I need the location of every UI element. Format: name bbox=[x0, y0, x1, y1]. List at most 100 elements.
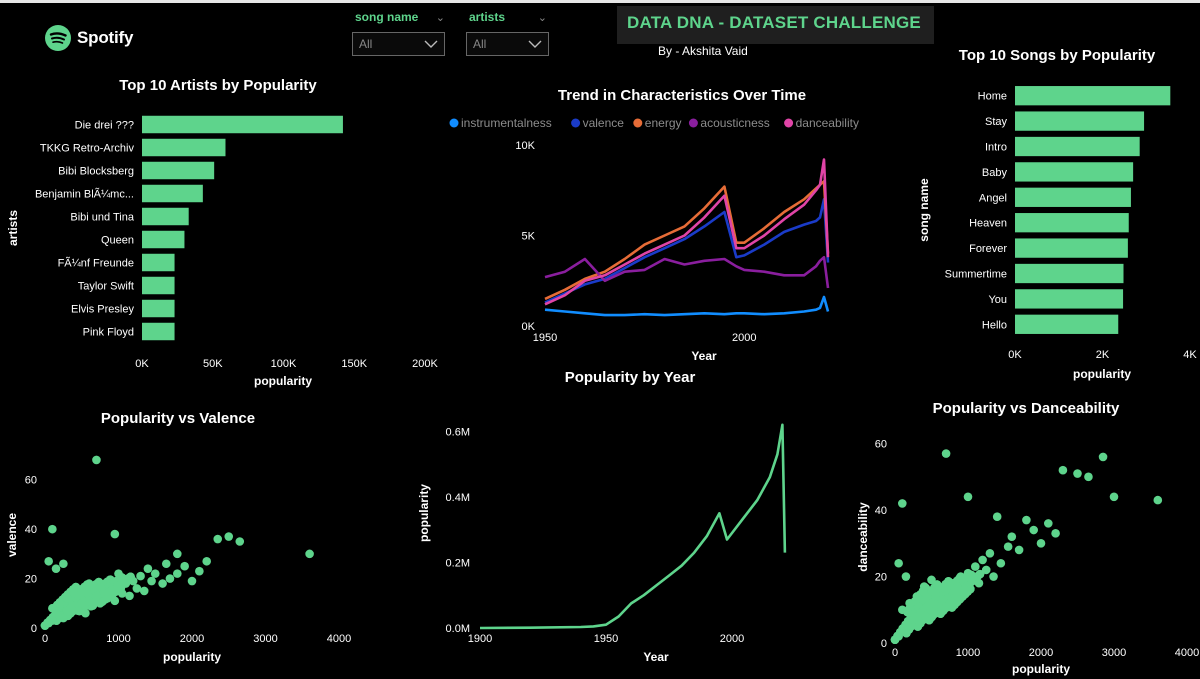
top_artists-category-label: Benjamin BlÃ¼mc... bbox=[35, 188, 134, 201]
top_songs-category-label: Baby bbox=[982, 167, 1008, 179]
top_artists-title: Top 10 Artists by Popularity bbox=[119, 77, 317, 94]
top_songs-bar bbox=[1015, 187, 1131, 207]
top_artists-bar bbox=[142, 161, 215, 180]
pop_dance-point bbox=[1058, 465, 1068, 475]
top_artists-bar bbox=[142, 138, 226, 157]
pop_dance-point bbox=[1007, 532, 1017, 541]
pop_dance-point bbox=[945, 598, 955, 608]
pop_dance-point bbox=[923, 602, 933, 611]
pop_valence-point bbox=[143, 564, 153, 573]
pop_dance-point bbox=[894, 558, 903, 568]
pop_dance-point bbox=[1153, 495, 1163, 505]
pop_year-y-tick: 0.4M bbox=[446, 492, 470, 504]
trend-y-tick: 10K bbox=[515, 140, 535, 152]
trend-series-line bbox=[544, 198, 830, 304]
pop_dance-point bbox=[898, 499, 907, 508]
pop_dance-point bbox=[1098, 452, 1108, 462]
pop_dance-point bbox=[938, 595, 947, 605]
pop_dance-point bbox=[952, 582, 962, 591]
top_songs-chart: Top 10 Songs by Popularity Home Stay Intro B… bbox=[917, 47, 1197, 381]
pop_dance-point bbox=[971, 562, 980, 571]
top_songs-x-tick: 4K bbox=[1183, 349, 1197, 361]
pop_valence-y-tick: 40 bbox=[25, 524, 37, 536]
pop_valence-point bbox=[180, 561, 189, 571]
trend-x-axis-label: Year bbox=[691, 349, 717, 363]
pop_year-chart: Popularity by Year 1900 1950 2000 0.0M 0.2M 0.… bbox=[417, 369, 787, 664]
top_songs-category-label: Heaven bbox=[969, 218, 1007, 230]
pop_dance-y-axis-label: danceability bbox=[856, 502, 870, 572]
pop_valence-point bbox=[59, 613, 68, 623]
top_songs-y-axis-label: song name bbox=[917, 178, 931, 242]
pop_valence-x-tick: 1000 bbox=[106, 633, 130, 645]
pop_dance-point bbox=[1044, 519, 1053, 528]
pop_valence-point bbox=[150, 569, 160, 578]
pop_valence-point bbox=[95, 598, 105, 608]
top_artists-bar bbox=[142, 230, 185, 249]
pop_year-y-axis-label: popularity bbox=[417, 484, 431, 542]
top_artists-category-label: FÃ¼nf Freunde bbox=[58, 257, 134, 270]
pop_valence-point bbox=[110, 529, 120, 539]
top_songs-bar bbox=[1015, 289, 1124, 309]
top_songs-x-tick: 0K bbox=[1008, 349, 1022, 361]
pop_dance-point bbox=[1003, 542, 1013, 551]
pop_dance-x-tick: 2000 bbox=[1029, 647, 1053, 659]
top_artists-x-tick: 200K bbox=[412, 358, 438, 370]
top_songs-category-label: Angel bbox=[979, 192, 1007, 204]
pop_year-series-line bbox=[479, 423, 787, 630]
pop_valence-point bbox=[106, 586, 116, 596]
pop_valence-point bbox=[235, 537, 245, 546]
pop_valence-point bbox=[139, 586, 149, 596]
top_artists-bar bbox=[142, 184, 203, 203]
pop_dance-point bbox=[956, 572, 965, 581]
pop_valence-point bbox=[88, 601, 98, 611]
pop_dance-x-tick: 4000 bbox=[1175, 647, 1199, 659]
top_songs-bar bbox=[1015, 314, 1119, 334]
trend-series-line bbox=[544, 295, 830, 317]
top_artists-category-label: Queen bbox=[101, 235, 134, 247]
pop_valence-x-tick: 0 bbox=[42, 633, 48, 645]
trend-title: Trend in Characteristics Over Time bbox=[558, 87, 806, 104]
top_artists-bar bbox=[142, 253, 175, 272]
pop_dance-point bbox=[981, 565, 991, 575]
pop_dance-point bbox=[941, 585, 951, 595]
top_songs-title: Top 10 Songs by Popularity bbox=[959, 47, 1156, 64]
top_songs-bar bbox=[1015, 238, 1128, 258]
pop_valence-point bbox=[77, 586, 87, 596]
top_artists-category-label: Bibi Blocksberg bbox=[58, 166, 134, 178]
pop_valence-point bbox=[55, 598, 64, 608]
pop_dance-x-axis-label: popularity bbox=[1012, 662, 1070, 676]
top_songs-category-label: Intro bbox=[985, 142, 1007, 154]
top_artists-bar bbox=[142, 207, 189, 226]
pop_valence-point bbox=[44, 618, 53, 628]
trend-x-tick: 2000 bbox=[732, 332, 756, 344]
top_artists-bar bbox=[142, 299, 175, 318]
pop_valence-point bbox=[125, 591, 134, 601]
charts-canvas: Top 10 Artists by Popularity Die drei ???… bbox=[5, 47, 1199, 676]
pop_dance-point bbox=[930, 588, 940, 598]
pop_valence-point bbox=[195, 566, 204, 576]
top_songs-category-label: Home bbox=[978, 91, 1007, 103]
pop_dance-point bbox=[989, 572, 998, 581]
pop_valence-point bbox=[59, 559, 68, 569]
top_artists-bar bbox=[142, 322, 175, 341]
pop_dance-x-tick: 3000 bbox=[1102, 647, 1126, 659]
pop_valence-y-tick: 60 bbox=[25, 475, 37, 487]
trend-legend-label: danceability bbox=[796, 116, 859, 130]
pop_dance-point bbox=[974, 578, 984, 588]
top_artists-bar bbox=[142, 276, 175, 295]
pop_year-x-tick: 2000 bbox=[720, 633, 744, 645]
pop_dance-point bbox=[901, 572, 911, 581]
top_artists-y-axis-label: artists bbox=[6, 210, 20, 246]
pop_valence-point bbox=[114, 581, 123, 591]
pop_valence-point bbox=[187, 576, 197, 586]
trend-y-tick: 0K bbox=[522, 321, 536, 333]
pop_dance-title: Popularity vs Danceability bbox=[933, 400, 1120, 417]
pop_valence-point bbox=[117, 589, 127, 598]
pop_dance-point bbox=[1036, 539, 1046, 548]
pop_dance-point bbox=[967, 575, 976, 585]
pop_dance-point bbox=[960, 585, 969, 595]
pop_valence-x-tick: 4000 bbox=[327, 633, 351, 645]
top_songs-bar bbox=[1015, 263, 1124, 284]
top_artists-x-tick: 100K bbox=[271, 358, 297, 370]
pop_valence-x-tick: 3000 bbox=[253, 633, 277, 645]
